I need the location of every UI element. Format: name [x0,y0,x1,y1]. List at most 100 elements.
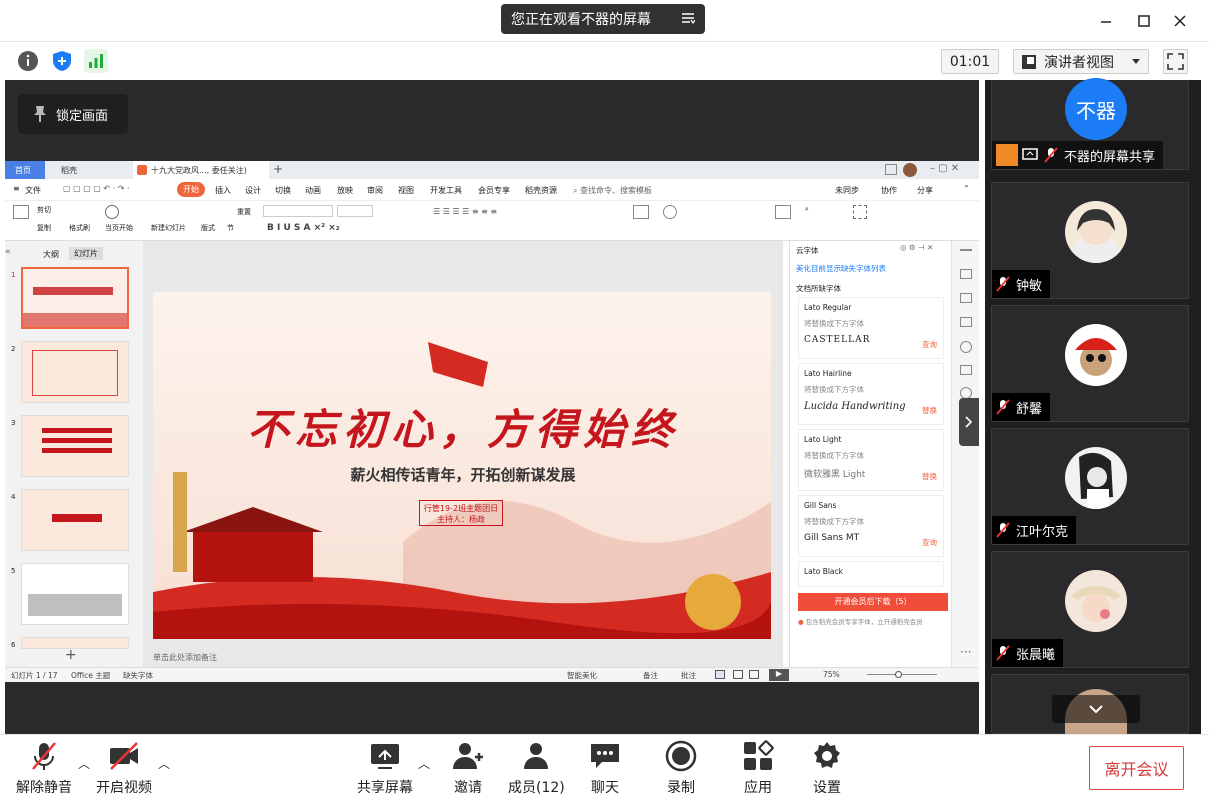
participant-tile[interactable]: 张晨曦 [991,551,1189,668]
font-panel-controls[interactable]: ◎ ⚙ ⊣ ✕ [900,243,933,252]
fullscreen-button[interactable] [1163,49,1188,74]
paragraph-icons[interactable]: ☰ ☰ ☰ ☰ ≡ ≡ ≡ [433,207,497,216]
help-icon[interactable] [960,341,972,353]
sidebar-icon[interactable] [960,293,972,303]
text-format-icons[interactable]: B I U S A ×² ×₂ [267,223,340,233]
paste-icon[interactable] [13,205,29,219]
view-mode-dropdown[interactable]: 演讲者视图 [1013,49,1149,74]
participant-tile[interactable]: 不器 不器的屏幕共享 [991,78,1189,170]
members-button[interactable]: 成员(12) [508,739,565,797]
screen-share-banner[interactable]: 您正在观看不器的屏幕 [501,4,705,34]
menu-slideshow[interactable]: 放映 [337,185,353,196]
font-size-select[interactable] [337,205,373,217]
menu-developer[interactable]: 开发工具 [430,185,462,196]
font-card[interactable]: Lato Regular 将替换成下方字体 CASTELLAR 查询 [798,297,944,359]
sidebar-icon[interactable] [960,269,972,279]
slide-thumbnail-4[interactable] [21,489,129,551]
close-icon[interactable] [1169,10,1191,32]
font-card-action[interactable]: 查询 [922,537,937,548]
menu-transition[interactable]: 切换 [275,185,291,196]
play-icon[interactable] [105,205,119,219]
start-from-current-button[interactable]: 当页开始 [105,223,133,233]
panel-scrollbar[interactable] [1197,80,1201,734]
file-menu-icon[interactable]: ≡ [13,184,20,193]
font-card[interactable]: Lato Black [798,561,944,587]
record-button[interactable]: 录制 [664,739,698,797]
audio-options-caret-icon[interactable]: ︿ [78,755,90,772]
command-search[interactable]: ⌕ 查找命令、搜索模板 [573,185,652,196]
notes-placeholder[interactable]: 单击此处添加备注 [153,652,217,663]
new-slide-button[interactable]: 新建幻灯片 [151,223,186,233]
slide-canvas[interactable]: 不忘初心，方得始终 薪火相传话青年，开拓创新谋发展 行管19-2班主题团日 主持… [143,241,783,667]
share-screen-button[interactable]: 共享屏幕 [357,739,413,797]
more-icon[interactable]: ··· [960,645,971,659]
textbox-icon[interactable] [633,205,649,219]
tab-docer[interactable]: 稻壳 [51,161,127,179]
presentation-tools-icon[interactable] [775,205,791,219]
participant-tile[interactable] [991,674,1189,735]
section-button[interactable]: 节 [227,223,234,233]
participant-tile[interactable]: 钟敏 [991,182,1189,299]
zoom-slider-thumb[interactable] [895,671,902,678]
menu-design[interactable]: 设计 [245,185,261,196]
collaborate-button[interactable]: 协作 [881,185,897,196]
outline-tab[interactable]: 大纲 [43,249,59,260]
sidebar-icon[interactable] [960,317,972,327]
video-options-caret-icon[interactable]: ︿ [158,755,170,772]
scroll-down-button[interactable] [1052,695,1140,723]
font-card-action[interactable]: 替换 [922,471,937,482]
beautify-button[interactable]: 智能美化 [567,670,597,681]
network-signal-icon[interactable] [83,48,109,74]
lock-view-button[interactable]: 锁定画面 [18,94,128,134]
menu-file[interactable]: 文件 [25,185,41,196]
share-options-caret-icon[interactable]: ︿ [418,755,430,772]
menu-docer-resources[interactable]: 稻壳资源 [525,185,557,196]
slide-thumbnail-3[interactable] [21,415,129,477]
participant-tile[interactable]: 舒馨 [991,305,1189,422]
unmute-button[interactable]: 解除静音 [16,739,72,797]
new-tab-icon[interactable]: + [273,162,283,176]
slide-thumbnail-5[interactable] [21,563,129,625]
collapse-pane-icon[interactable]: « [5,247,11,257]
download-fonts-button[interactable]: 开通会员后下载（5） [798,593,948,611]
minimize-icon[interactable] [1095,10,1117,32]
font-card-action[interactable]: 查询 [922,339,937,350]
shared-presentation-window[interactable]: 首页 稻壳 十九大党政风..., 委任关注) + – ▢ ✕ ≡ 文件 ▢ ▢ … [5,161,979,682]
font-card-action[interactable]: 替换 [922,405,937,416]
cut-button[interactable]: 剪切 [37,205,51,215]
menu-insert[interactable]: 插入 [215,185,231,196]
maximize-icon[interactable] [1133,10,1155,32]
tab-home[interactable]: 首页 [5,161,45,179]
menu-icon[interactable] [681,11,695,25]
font-card[interactable]: Lato Light 将替换成下方字体 微软雅黑 Light 替换 [798,429,944,491]
font-card[interactable]: Gill Sans 将替换成下方字体 Gill Sans MT 查询 [798,495,944,557]
notes-button[interactable]: 备注 [643,670,658,681]
window-controls-icon[interactable]: – ▢ ✕ [930,163,959,174]
menu-member[interactable]: 会员专享 [478,185,510,196]
leave-meeting-button[interactable]: 离开会议 [1089,746,1184,790]
sync-status[interactable]: 未同步 [835,185,859,196]
slides-tab[interactable]: 幻灯片 [69,247,103,260]
chat-button[interactable]: 聊天 [588,739,622,797]
zoom-slider[interactable] [867,674,937,675]
missing-font-status[interactable]: 缺失字体 [123,670,153,681]
participant-tile[interactable]: 江叶尔克 [991,428,1189,545]
sidebar-icon[interactable] [960,365,972,375]
layout-button[interactable]: 版式 [201,223,215,233]
comments-button[interactable]: 批注 [681,670,696,681]
tab-document[interactable]: 十九大党政风..., 委任关注) [133,161,269,179]
menu-view[interactable]: 视图 [398,185,414,196]
user-avatar-icon[interactable] [903,163,917,177]
start-video-button[interactable]: 开启视频 [96,739,152,797]
format-painter-button[interactable]: 格式刷 [69,223,90,233]
collapse-panel-button[interactable] [959,398,979,446]
security-shield-icon[interactable] [49,48,75,74]
collapse-ribbon-icon[interactable]: ⌃ [963,184,970,193]
normal-view-icon[interactable] [715,670,725,679]
play-slideshow-icon[interactable]: ▶ [769,669,789,681]
font-card[interactable]: Lato Hairline 将替换成下方字体 Lucida Handwritin… [798,363,944,425]
menu-animation[interactable]: 动画 [305,185,321,196]
quick-access-icons[interactable]: ▢ ▢ ▢ ▢ ↶ · ↷ · [63,184,130,193]
reset-button[interactable]: 重置 [237,207,251,217]
copy-button[interactable]: 复制 [37,223,51,233]
